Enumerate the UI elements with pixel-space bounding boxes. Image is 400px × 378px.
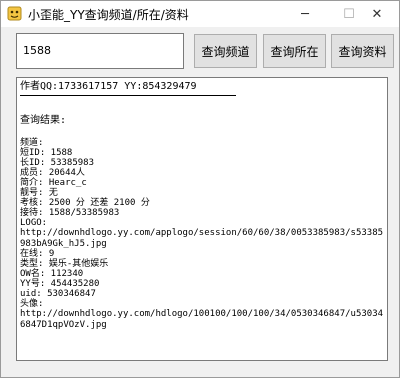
query-channel-label: 查询频道 xyxy=(201,44,250,59)
query-channel-button[interactable]: 查询频道 xyxy=(194,34,257,68)
result-line-channel: 频道: xyxy=(20,138,44,148)
result-line-short-id: 短ID: 1588 xyxy=(20,148,73,158)
window-title: 小歪能_YY查询频道/所在/资料 xyxy=(28,8,189,22)
author-separator xyxy=(20,95,236,96)
minimize-icon: ─ xyxy=(301,6,309,22)
result-line-type: 类型: 娱乐-其他娱乐 xyxy=(20,259,109,269)
result-line-logo-label: LOGO: xyxy=(20,218,48,228)
result-body: 频道: 短ID: 1588 长ID: 53385983 成员: 20644人 简… xyxy=(20,138,384,330)
result-line-yy-number: YY号: 454435280 xyxy=(20,279,100,289)
result-line-members: 成员: 20644人 xyxy=(20,168,85,178)
query-profile-button[interactable]: 查询资料 xyxy=(331,34,394,68)
author-info: 作者QQ:1733617157 YY:854329479 xyxy=(20,81,197,92)
app-icon xyxy=(7,6,22,21)
result-textarea[interactable]: 作者QQ:1733617157 YY:854329479 查询结果: 频道: 短… xyxy=(16,77,388,361)
result-line-avatar-label: 头像: xyxy=(20,299,44,309)
maximize-icon: ☐ xyxy=(343,6,355,22)
query-profile-label: 查询资料 xyxy=(338,44,387,59)
app-window: 小歪能_YY查询频道/所在/资料 ─ ☐ ✕ 1588 查询频道 查询所在 查询… xyxy=(0,0,400,378)
result-line-ow-name: OW名: 112340 xyxy=(20,269,84,279)
minimize-button[interactable]: ─ xyxy=(283,1,327,27)
result-line-intro: 简介: Hearc_c xyxy=(20,178,87,188)
query-input[interactable]: 1588 xyxy=(16,33,184,69)
query-location-label: 查询所在 xyxy=(270,44,319,59)
result-avatar-url: http://downhdlogo.yy.com/hdlogo/100100/1… xyxy=(20,309,384,330)
result-line-vanity: 靓号: 无 xyxy=(20,188,58,198)
result-line-uid: uid: 530346847 xyxy=(20,289,96,299)
close-icon: ✕ xyxy=(371,6,383,22)
query-location-button[interactable]: 查询所在 xyxy=(263,34,326,68)
title-bar: 小歪能_YY查询频道/所在/资料 ─ ☐ ✕ xyxy=(1,1,399,27)
result-line-long-id: 长ID: 53385983 xyxy=(20,158,95,168)
result-logo-url: http://downhdlogo.yy.com/applogo/session… xyxy=(20,228,384,249)
query-input-value: 1588 xyxy=(23,44,51,57)
result-line-assessment: 考核: 2500 分 还差 2100 分 xyxy=(20,198,150,208)
close-button[interactable]: ✕ xyxy=(355,1,399,27)
result-line-online: 在线: 9 xyxy=(20,249,55,259)
result-header: 查询结果: xyxy=(20,115,67,126)
result-line-reception: 接待: 1588/53385983 xyxy=(20,208,120,218)
